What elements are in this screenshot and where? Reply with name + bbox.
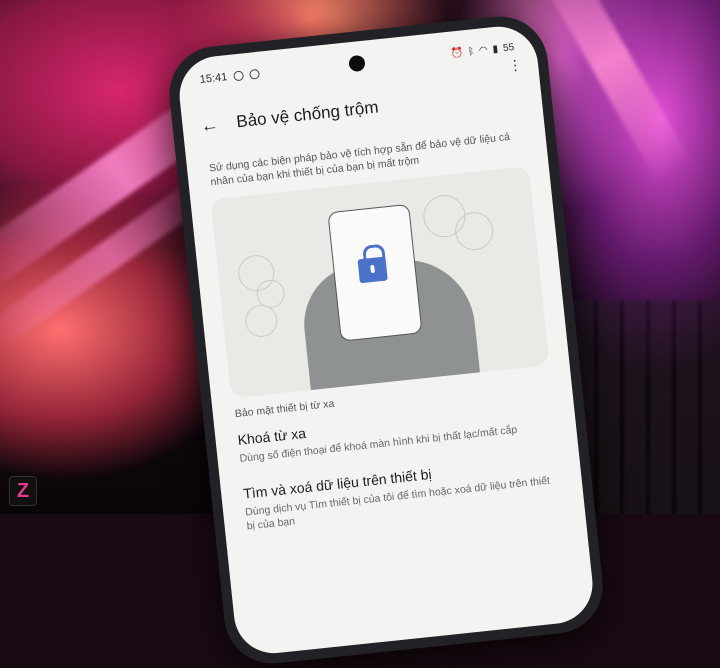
- section-header: Bảo mật thiết bị từ xa: [234, 397, 335, 421]
- page-title: Bảo vệ chống trộm: [235, 97, 380, 132]
- battery-level: 55: [502, 41, 515, 54]
- bluetooth-icon: ᛒ: [467, 45, 475, 58]
- signal-icon: ▮: [492, 43, 499, 55]
- alarm-icon: ⏰: [450, 46, 464, 60]
- site-logo: Z: [9, 476, 37, 506]
- more-vertical-icon[interactable]: ⋮: [507, 56, 523, 73]
- status-time: 15:41: [199, 71, 228, 86]
- back-arrow-icon[interactable]: ←: [200, 114, 220, 137]
- anti-theft-illustration: [210, 166, 550, 399]
- setting-find-and-erase[interactable]: Tìm và xoá dữ liệu trên thiết bị Dùng dị…: [242, 453, 561, 534]
- phone-screen: 15:41 ⏰ ᛒ ◠ ▮ 55 ⋮ ← Bảo vệ chống trộm S…: [175, 22, 597, 658]
- wifi-icon: ◠: [478, 44, 489, 57]
- smartphone: 15:41 ⏰ ᛒ ◠ ▮ 55 ⋮ ← Bảo vệ chống trộm S…: [164, 11, 608, 668]
- notification-icon: [248, 68, 260, 80]
- notification-icon: [232, 70, 244, 82]
